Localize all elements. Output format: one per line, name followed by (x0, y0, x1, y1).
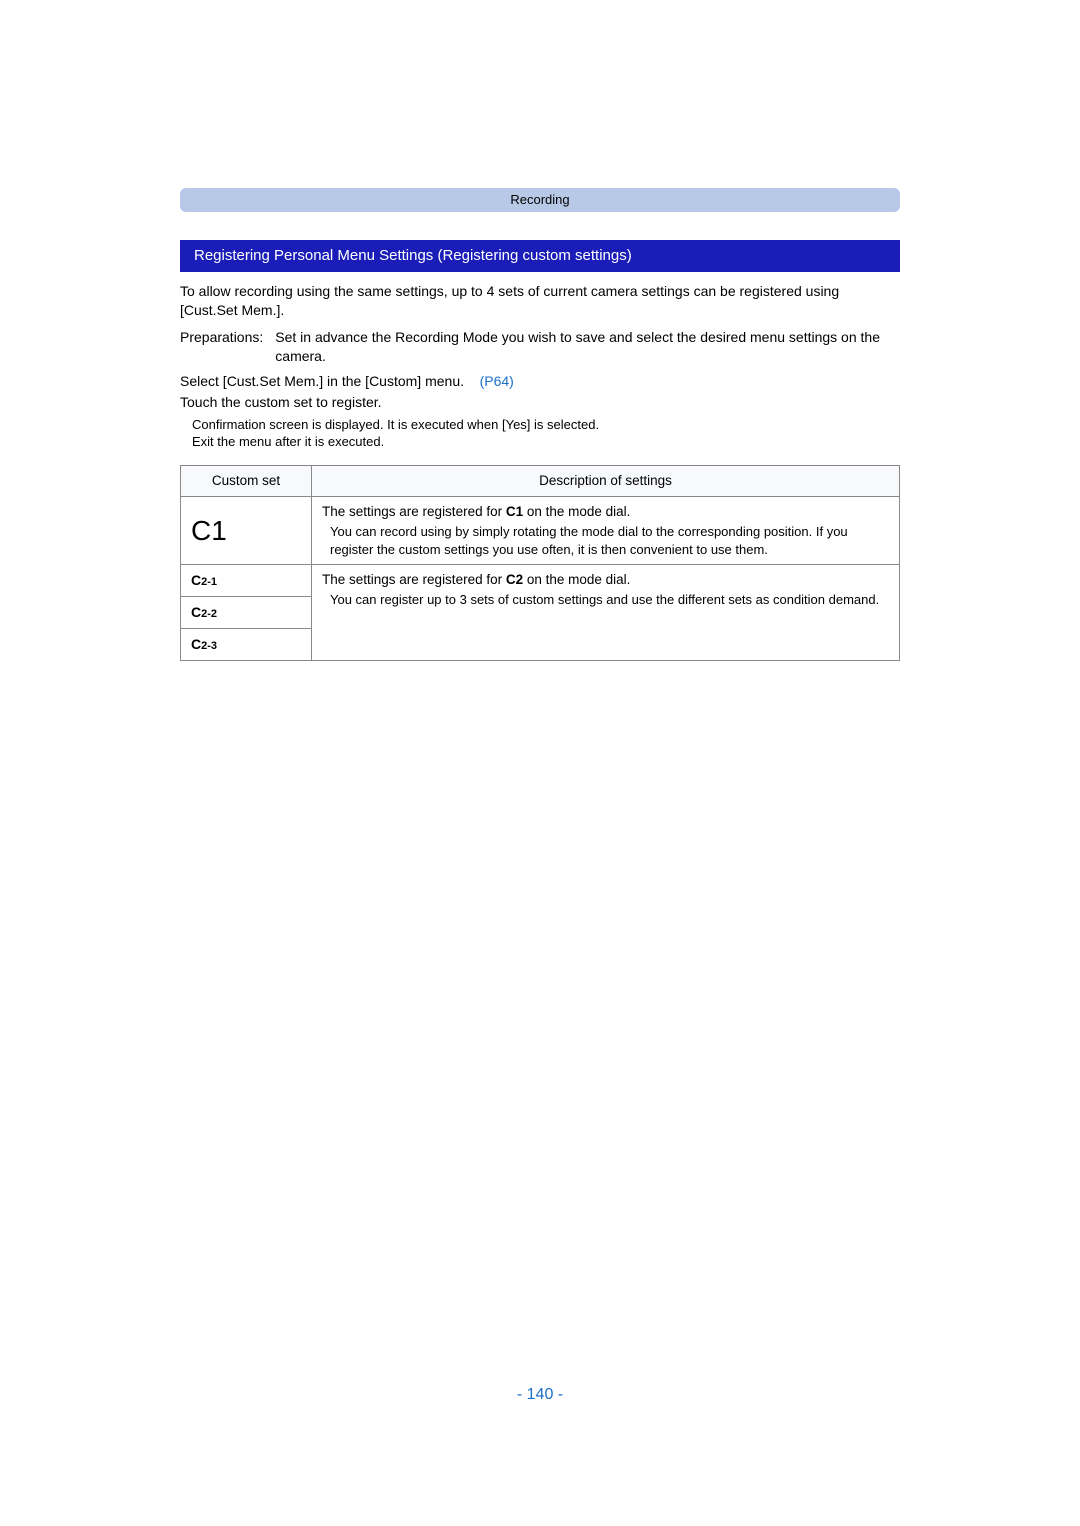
preparations-text: Set in advance the Recording Mode you wi… (275, 328, 900, 366)
custom-set-c2-1-label: C2-1 (181, 565, 312, 597)
section-title: Registering Personal Menu Settings (Regi… (180, 240, 900, 272)
c2-1-sub: 2-1 (201, 576, 217, 588)
table-header-description: Description of settings (312, 465, 900, 496)
table-row: C1 The settings are registered for C1 on… (181, 496, 900, 564)
custom-set-table: Custom set Description of settings C1 Th… (180, 465, 900, 661)
c2-subdescription: You can register up to 3 sets of custom … (322, 591, 889, 609)
mode-dial-c1-icon: C1 (506, 504, 523, 519)
custom-set-c2-2-label: C2-2 (181, 597, 312, 629)
c1-subdescription: You can record using by simply rotating … (322, 523, 889, 558)
document-page: Recording Registering Personal Menu Sett… (0, 0, 1080, 1526)
preparations-row: Preparations: Set in advance the Recordi… (180, 328, 900, 366)
category-label: Recording (510, 191, 569, 209)
table-row: C2-1 The settings are registered for C2 … (181, 565, 900, 597)
step-2: Touch the custom set to register. (180, 393, 900, 412)
c2-3-sub: 2-3 (201, 640, 217, 652)
step-1-text: Select [Cust.Set Mem.] in the [Custom] m… (180, 373, 464, 389)
c2-3-c: C (191, 636, 201, 652)
custom-set-c1-description: The settings are registered for C1 on th… (312, 496, 900, 564)
intro-paragraph: To allow recording using the same settin… (180, 282, 900, 320)
page-reference-link[interactable]: (P64) (480, 373, 514, 389)
preparations-label: Preparations: (180, 328, 275, 366)
c2-2-c: C (191, 604, 201, 620)
c2-desc-pre: The settings are registered for (322, 572, 506, 587)
mode-dial-c2-icon: C2 (506, 572, 523, 587)
c2-1-c: C (191, 572, 201, 588)
custom-set-c2-description: The settings are registered for C2 on th… (312, 565, 900, 661)
page-number: - 140 - (0, 1384, 1080, 1406)
confirmation-note-2: Exit the menu after it is executed. (192, 433, 900, 451)
category-header: Recording (180, 188, 900, 212)
confirmation-note-1: Confirmation screen is displayed. It is … (192, 416, 900, 434)
custom-set-c2-3-label: C2-3 (181, 629, 312, 661)
table-header-customset: Custom set (181, 465, 312, 496)
c2-2-sub: 2-2 (201, 608, 217, 620)
custom-set-c1-label: C1 (181, 496, 312, 564)
step-1: Select [Cust.Set Mem.] in the [Custom] m… (180, 372, 900, 391)
c1-desc-post: on the mode dial. (523, 504, 630, 519)
c1-desc-pre: The settings are registered for (322, 504, 506, 519)
c2-desc-post: on the mode dial. (523, 572, 630, 587)
table-header-row: Custom set Description of settings (181, 465, 900, 496)
